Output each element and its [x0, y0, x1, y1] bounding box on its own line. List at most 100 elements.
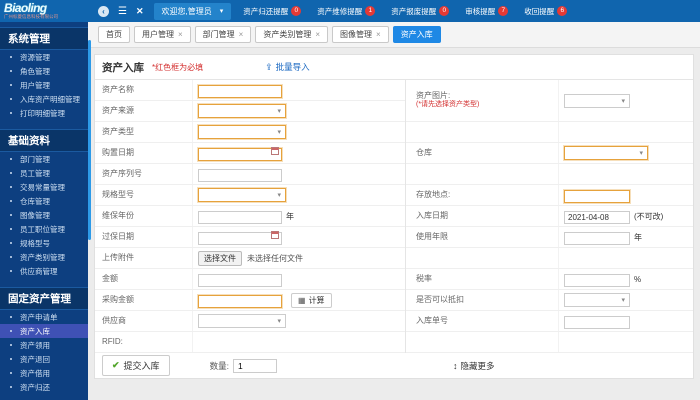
tab-label: 部门管理: [202, 30, 235, 39]
field-suffix: 年: [286, 211, 294, 221]
tab-close-icon[interactable]: ×: [239, 30, 244, 39]
badge-label: 审核提醒: [465, 6, 496, 16]
text-input[interactable]: [564, 211, 630, 224]
sidebar-item[interactable]: 员工职位管理: [0, 222, 88, 236]
topbar: Biaoling 广州标菱信息科技有限公司 ‹ ☰ ✕ 欢迎您,管理员 ▾ 资产…: [0, 0, 700, 22]
form-label: 上传附件: [95, 253, 192, 263]
calculate-button[interactable]: ▦ 计算: [291, 292, 332, 308]
select-input[interactable]: ▾: [564, 93, 630, 108]
choose-file-button[interactable]: 选择文件: [198, 250, 242, 266]
user-menu-button[interactable]: 欢迎您,管理员 ▾: [153, 2, 232, 20]
select-input[interactable]: ▾: [563, 145, 649, 161]
sidebar-item[interactable]: 资产入库: [0, 324, 88, 338]
form-row: 资产名称: [95, 80, 405, 101]
tab-资产类别管理[interactable]: 资产类别管理 ×: [255, 26, 329, 43]
sidebar-item[interactable]: 规格型号: [0, 236, 88, 250]
notification-badge[interactable]: 资产报废提醒 0: [391, 6, 450, 17]
tab-close-icon[interactable]: ×: [178, 30, 183, 39]
sidebar: 系统管理 资源管理 角色管理 用户管理 入库资产明细管理 打印明细管理 基础资料 部门管理 员工…: [0, 22, 88, 400]
close-icon[interactable]: ✕: [136, 6, 144, 17]
text-input[interactable]: [564, 274, 630, 287]
bullet-icon: [10, 70, 12, 72]
text-input[interactable]: [197, 294, 283, 309]
form-label-text: 仓库: [416, 148, 432, 157]
notification-badge[interactable]: 资产维修提醒 1: [317, 6, 376, 17]
tab-label: 资产入库: [400, 30, 433, 39]
batch-import-button[interactable]: ⇪ 批量导入: [265, 61, 310, 73]
tab-label: 用户管理: [142, 30, 174, 39]
form-label-text: 使用年限: [416, 232, 448, 241]
sidebar-item[interactable]: 入库资产明细管理: [0, 92, 88, 106]
sidebar-scrollbar[interactable]: [88, 40, 91, 240]
form-row: 购置日期: [95, 143, 405, 164]
tab-close-icon[interactable]: ×: [376, 30, 381, 39]
form-label: 资产类型: [95, 127, 192, 137]
sidebar-item-label: 资产入库: [20, 326, 50, 336]
sidebar-item[interactable]: 用户管理: [0, 78, 88, 92]
tab-部门管理[interactable]: 部门管理 ×: [194, 26, 252, 43]
hide-more-toggle[interactable]: ↕ 隐藏更多: [453, 360, 495, 372]
tab-图像管理[interactable]: 图像管理 ×: [332, 26, 389, 43]
sidebar-item[interactable]: 资产类别管理: [0, 250, 88, 264]
sidebar-section-title: 系统管理: [0, 27, 88, 50]
sidebar-item[interactable]: 资产归还: [0, 380, 88, 394]
bullet-icon: [10, 56, 12, 58]
panel-footer: ✔ 提交入库 数量: ↕ 隐藏更多: [95, 353, 693, 378]
sidebar-item-label: 交易常量管理: [20, 182, 65, 192]
quantity-input[interactable]: [232, 358, 277, 373]
sidebar-item[interactable]: 图像管理: [0, 208, 88, 222]
select-input[interactable]: ▾: [198, 314, 286, 328]
sidebar-item[interactable]: 角色管理: [0, 64, 88, 78]
sidebar-item[interactable]: 部门管理: [0, 152, 88, 166]
company-name: 广州标菱信息科技有限公司: [4, 14, 58, 20]
date-input[interactable]: [198, 232, 282, 245]
select-input[interactable]: ▾: [564, 293, 630, 307]
tab-用户管理[interactable]: 用户管理 ×: [134, 26, 191, 43]
text-input[interactable]: [198, 211, 282, 224]
sidebar-item[interactable]: 仓库管理: [0, 194, 88, 208]
sidebar-item[interactable]: 打印明细管理: [0, 106, 88, 120]
bullet-icon: [10, 98, 12, 100]
submit-inbound-button[interactable]: ✔ 提交入库: [102, 355, 170, 376]
welcome-text: 欢迎您,管理员: [161, 6, 212, 16]
text-input[interactable]: [198, 274, 282, 287]
badge-label: 收回提醒: [524, 6, 555, 16]
tab-资产入库[interactable]: 资产入库: [392, 26, 441, 43]
collapse-sidebar-icon[interactable]: ‹: [98, 5, 109, 17]
menu-icon[interactable]: ☰: [118, 6, 127, 17]
text-input[interactable]: [197, 84, 283, 99]
sidebar-item[interactable]: 资源管理: [0, 50, 88, 64]
text-input[interactable]: [564, 316, 630, 329]
form-row: 是否可以抵扣 ▾: [406, 290, 693, 311]
select-input[interactable]: ▾: [197, 187, 287, 203]
notification-badge[interactable]: 审核提醒 7: [465, 6, 509, 17]
sidebar-item[interactable]: 资产借用: [0, 366, 88, 380]
sidebar-item-label: 资产申请单: [20, 312, 58, 322]
sidebar-item[interactable]: 资产领用: [0, 338, 88, 352]
badge-label: 资产报废提醒: [391, 6, 437, 16]
sidebar-item[interactable]: 供应商管理: [0, 264, 88, 278]
date-input[interactable]: [197, 147, 283, 162]
form-row: 供应商 ▾: [95, 311, 405, 332]
sidebar-item[interactable]: 员工管理: [0, 166, 88, 180]
select-input[interactable]: ▾: [197, 103, 287, 119]
tab-bar: 首页 用户管理 × 部门管理 × 资产类别管理 × 图像管理 × 资产入库: [88, 22, 700, 48]
bullet-icon: [10, 372, 12, 374]
select-input[interactable]: ▾: [197, 124, 287, 140]
badge-count: 0: [439, 6, 450, 16]
text-input[interactable]: [563, 189, 631, 204]
tab-首页[interactable]: 首页: [98, 26, 130, 43]
calendar-icon[interactable]: [271, 231, 279, 239]
tab-close-icon[interactable]: ×: [315, 30, 320, 39]
text-input[interactable]: [564, 232, 630, 245]
calendar-icon[interactable]: [271, 147, 279, 155]
notification-badge[interactable]: 资产归还提醒 0: [243, 6, 302, 17]
bullet-icon: [10, 358, 12, 360]
form-row: 入库日期 (不可改): [406, 206, 693, 227]
sidebar-item[interactable]: 资产申请单: [0, 310, 88, 324]
form-row: 资产来源 ▾: [95, 101, 405, 122]
notification-badge[interactable]: 收回提醒 6: [524, 6, 568, 17]
sidebar-item[interactable]: 资产退回: [0, 352, 88, 366]
text-input[interactable]: [198, 169, 282, 182]
sidebar-item[interactable]: 交易常量管理: [0, 180, 88, 194]
